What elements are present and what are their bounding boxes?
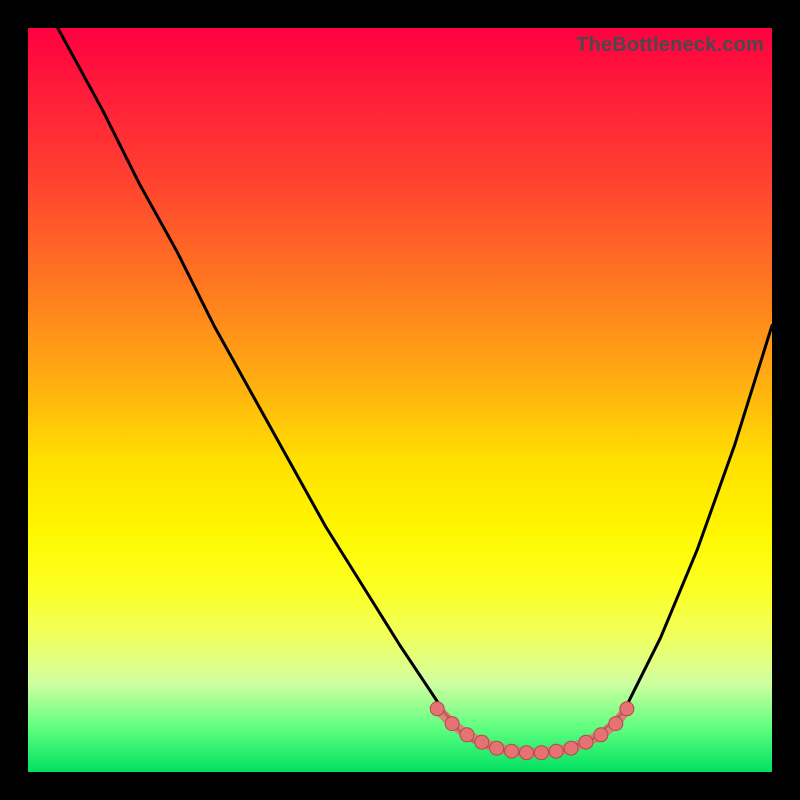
plot-area: TheBottleneck.com	[28, 28, 772, 772]
chart-stage: TheBottleneck.com	[0, 0, 800, 800]
optimal-region-dots	[28, 28, 772, 772]
